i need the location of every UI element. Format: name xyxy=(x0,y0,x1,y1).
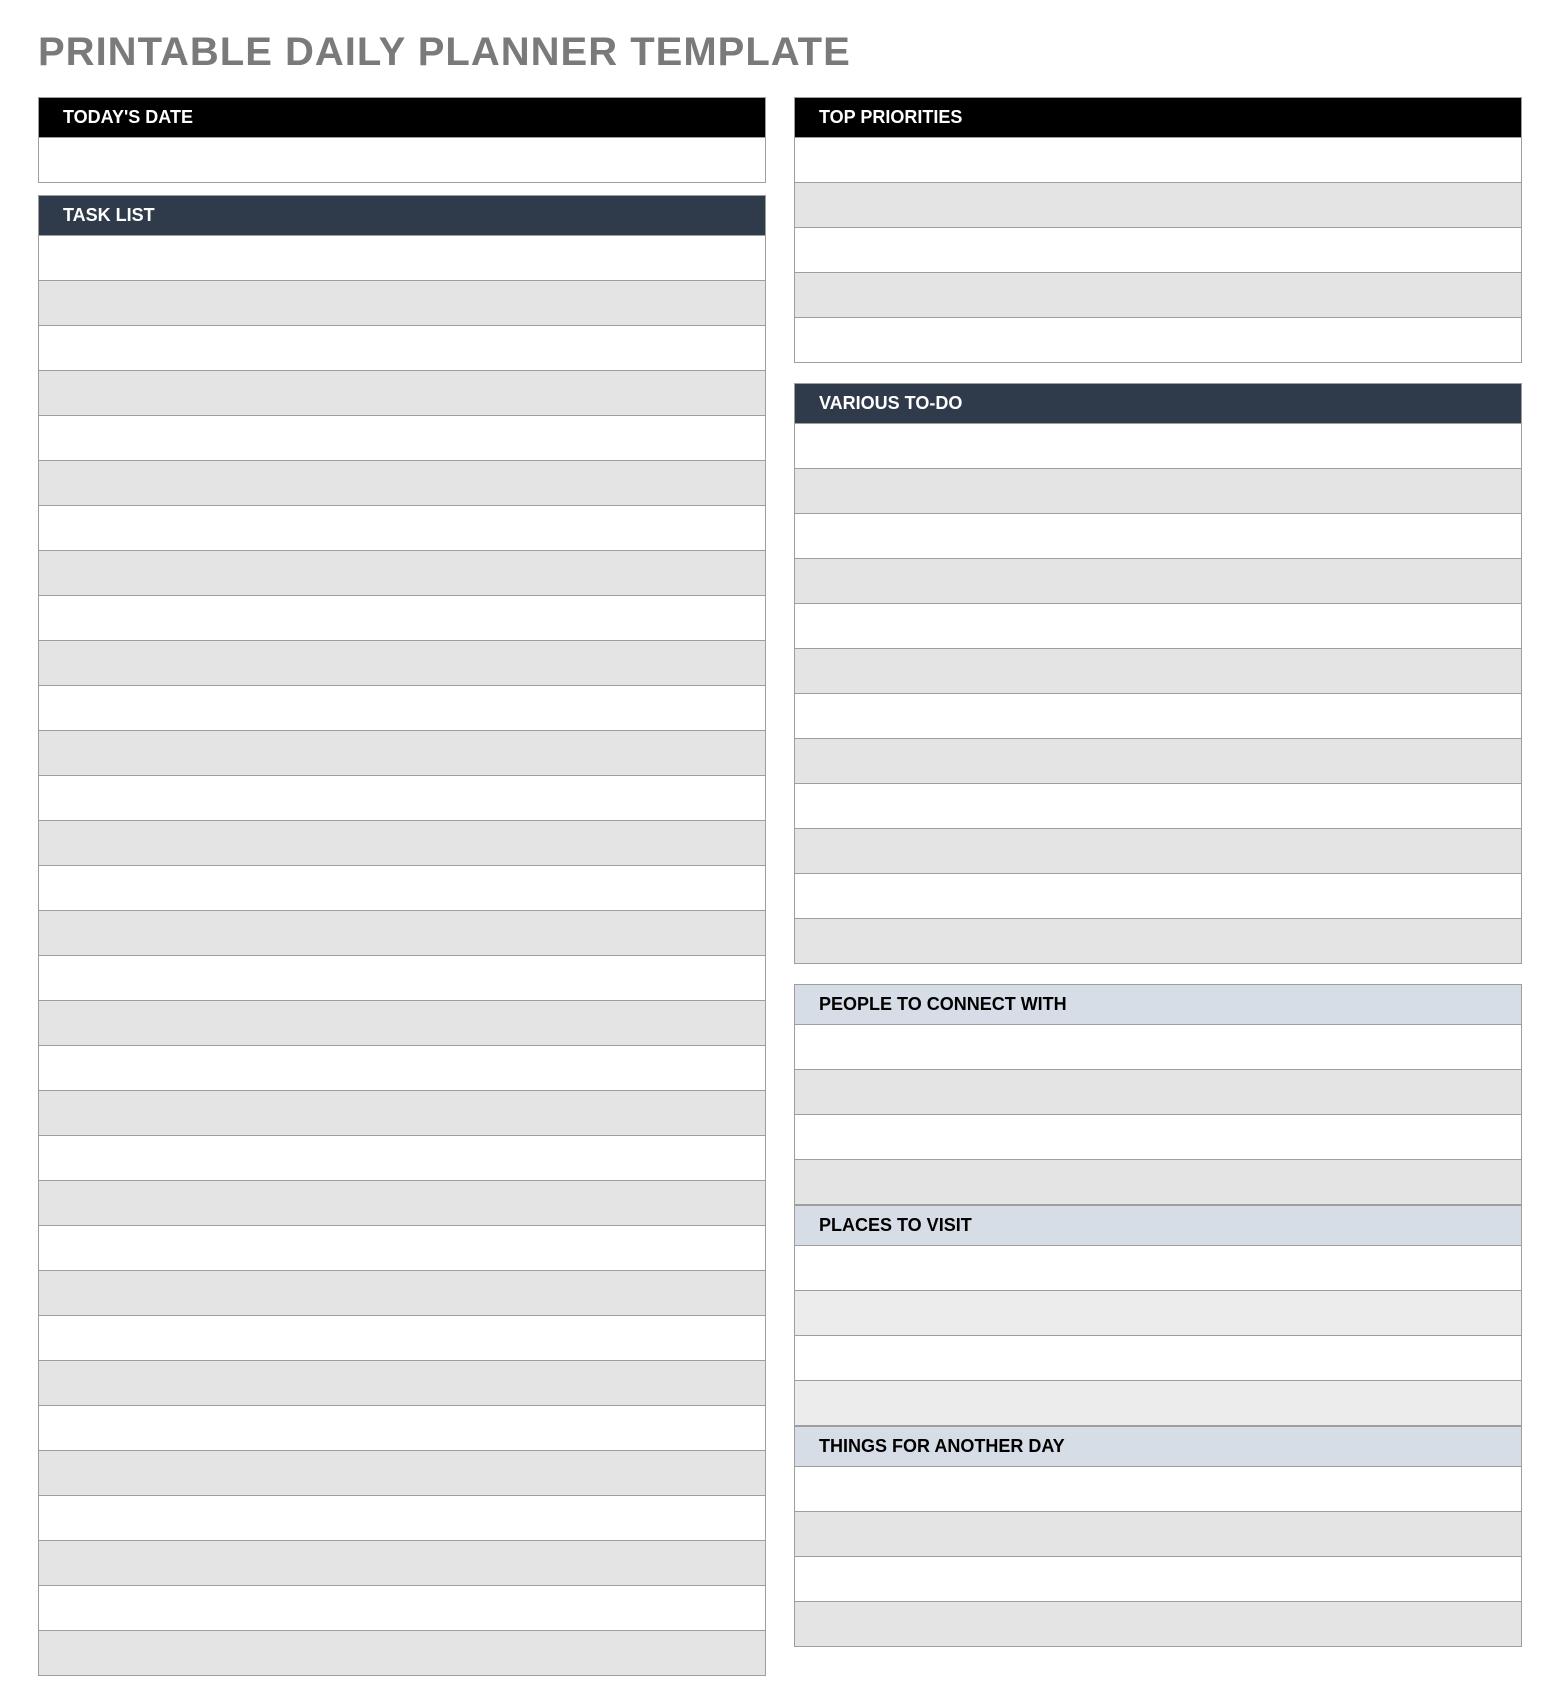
todo-row[interactable] xyxy=(794,469,1522,514)
todays-date-row[interactable] xyxy=(38,138,766,183)
task-row[interactable] xyxy=(38,866,766,911)
task-row[interactable] xyxy=(38,821,766,866)
task-row[interactable] xyxy=(38,1586,766,1631)
people-row[interactable] xyxy=(794,1070,1522,1115)
task-row[interactable] xyxy=(38,506,766,551)
things-row[interactable] xyxy=(794,1512,1522,1557)
places-row[interactable] xyxy=(794,1246,1522,1291)
task-row[interactable] xyxy=(38,911,766,956)
task-row[interactable] xyxy=(38,1271,766,1316)
todo-row[interactable] xyxy=(794,424,1522,469)
priority-row[interactable] xyxy=(794,138,1522,183)
things-row[interactable] xyxy=(794,1467,1522,1512)
left-column: TODAY'S DATE TASK LIST xyxy=(38,97,766,1676)
task-row[interactable] xyxy=(38,596,766,641)
todo-row[interactable] xyxy=(794,649,1522,694)
places-row[interactable] xyxy=(794,1336,1522,1381)
people-header: PEOPLE TO CONNECT WITH xyxy=(794,984,1522,1025)
task-row[interactable] xyxy=(38,281,766,326)
right-column: TOP PRIORITIES VARIOUS TO-DO PEOPLE TO C… xyxy=(794,97,1522,1676)
task-row[interactable] xyxy=(38,731,766,776)
todo-row[interactable] xyxy=(794,514,1522,559)
task-row[interactable] xyxy=(38,686,766,731)
task-row[interactable] xyxy=(38,1496,766,1541)
todo-row[interactable] xyxy=(794,874,1522,919)
task-row[interactable] xyxy=(38,236,766,281)
task-row[interactable] xyxy=(38,1406,766,1451)
planner-columns: TODAY'S DATE TASK LIST xyxy=(38,97,1522,1676)
priority-row[interactable] xyxy=(794,273,1522,318)
todo-row[interactable] xyxy=(794,784,1522,829)
task-row[interactable] xyxy=(38,776,766,821)
task-row[interactable] xyxy=(38,1361,766,1406)
people-row[interactable] xyxy=(794,1115,1522,1160)
task-row[interactable] xyxy=(38,416,766,461)
things-row[interactable] xyxy=(794,1602,1522,1647)
task-row[interactable] xyxy=(38,326,766,371)
task-row[interactable] xyxy=(38,1181,766,1226)
todo-row[interactable] xyxy=(794,694,1522,739)
task-row[interactable] xyxy=(38,1451,766,1496)
places-row[interactable] xyxy=(794,1291,1522,1336)
task-row[interactable] xyxy=(38,1091,766,1136)
things-row[interactable] xyxy=(794,1557,1522,1602)
places-header: PLACES TO VISIT xyxy=(794,1205,1522,1246)
todo-row[interactable] xyxy=(794,919,1522,964)
task-row[interactable] xyxy=(38,1316,766,1361)
todo-row[interactable] xyxy=(794,739,1522,784)
task-row[interactable] xyxy=(38,956,766,1001)
todo-row[interactable] xyxy=(794,604,1522,649)
task-row[interactable] xyxy=(38,1541,766,1586)
task-row[interactable] xyxy=(38,1046,766,1091)
priority-row[interactable] xyxy=(794,228,1522,273)
task-row[interactable] xyxy=(38,461,766,506)
todays-date-header: TODAY'S DATE xyxy=(38,97,766,138)
top-priorities-header: TOP PRIORITIES xyxy=(794,97,1522,138)
task-row[interactable] xyxy=(38,1631,766,1676)
various-todo-header: VARIOUS TO-DO xyxy=(794,383,1522,424)
priority-row[interactable] xyxy=(794,183,1522,228)
task-row[interactable] xyxy=(38,371,766,416)
people-row[interactable] xyxy=(794,1025,1522,1070)
page-title: PRINTABLE DAILY PLANNER TEMPLATE xyxy=(38,30,1522,75)
places-row[interactable] xyxy=(794,1381,1522,1426)
task-row[interactable] xyxy=(38,1136,766,1181)
task-row[interactable] xyxy=(38,641,766,686)
things-header: THINGS FOR ANOTHER DAY xyxy=(794,1426,1522,1467)
people-row[interactable] xyxy=(794,1160,1522,1205)
todo-row[interactable] xyxy=(794,829,1522,874)
priority-row[interactable] xyxy=(794,318,1522,363)
task-list-header: TASK LIST xyxy=(38,195,766,236)
task-row[interactable] xyxy=(38,1226,766,1271)
task-row[interactable] xyxy=(38,551,766,596)
task-row[interactable] xyxy=(38,1001,766,1046)
todo-row[interactable] xyxy=(794,559,1522,604)
